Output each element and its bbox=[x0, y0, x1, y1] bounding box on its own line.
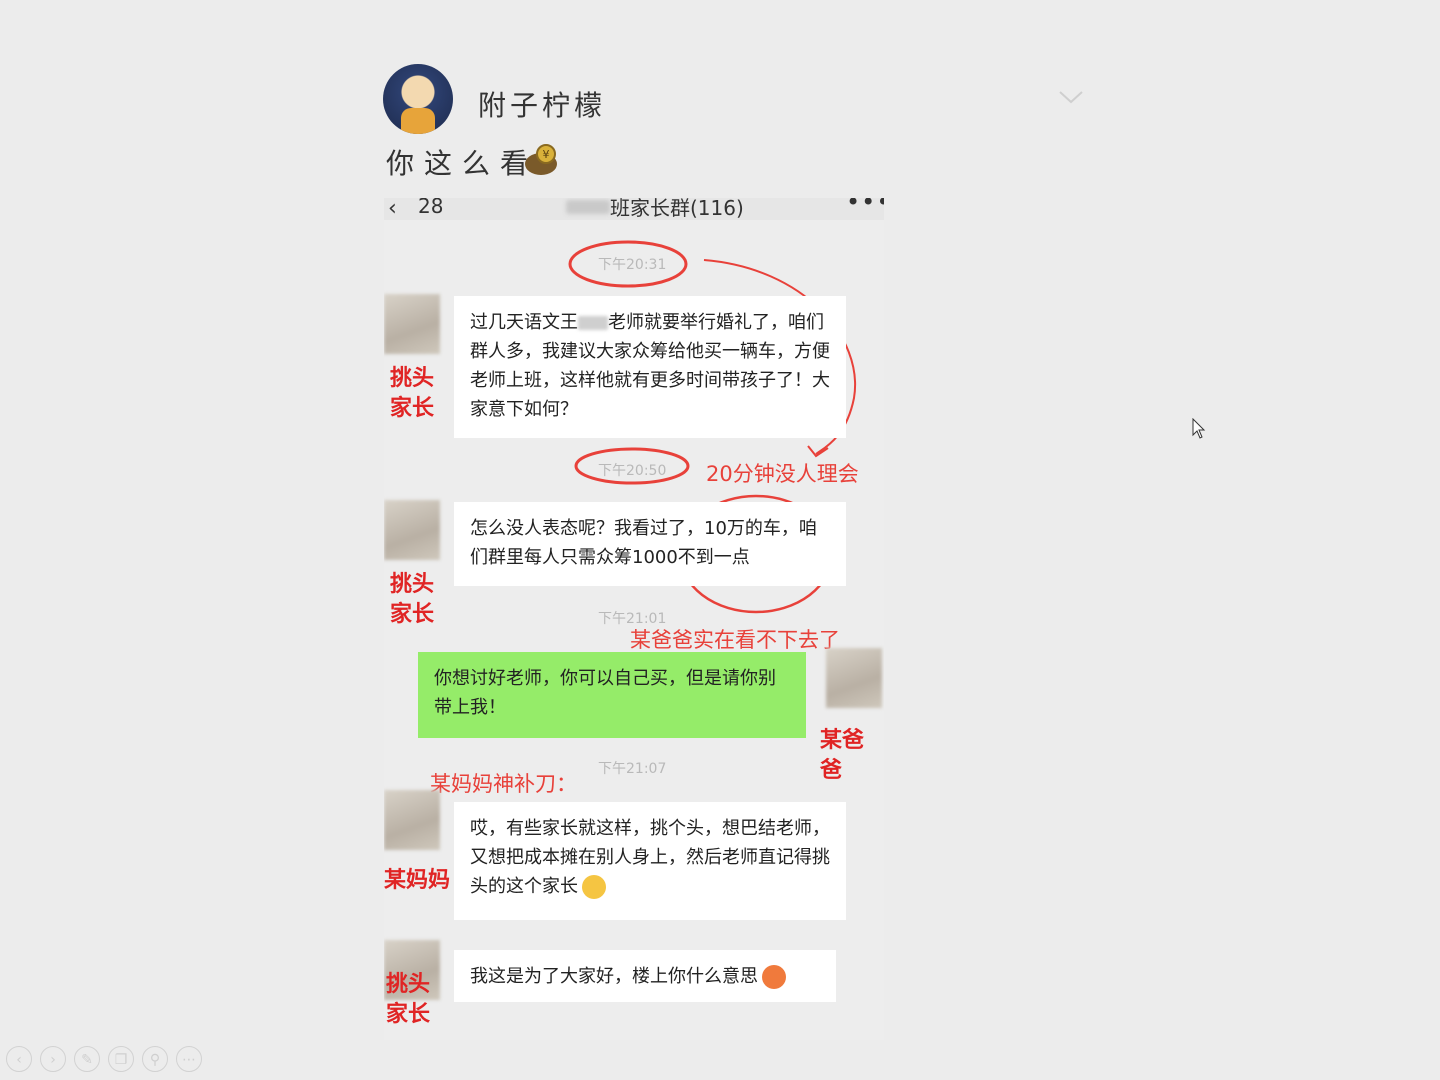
annotation-text: 20分钟没人理会 bbox=[706, 462, 859, 486]
next-icon[interactable]: › bbox=[40, 1046, 66, 1072]
post-text: 你这么看 bbox=[386, 147, 539, 180]
sender-label: 挑头 家长 bbox=[390, 366, 435, 421]
message-text-part: 过几天语文王 bbox=[470, 312, 578, 333]
svg-text:¥: ¥ bbox=[543, 148, 550, 161]
sender-label: 某妈妈 bbox=[384, 868, 451, 893]
blurred-name bbox=[578, 316, 608, 330]
message-bubble: 哎，有些家长就这样，挑个头，想巴结老师，又想把成本摊在别人身上，然后老师直记得挑… bbox=[454, 802, 846, 920]
pen-icon[interactable]: ✎ bbox=[74, 1046, 100, 1072]
username[interactable]: 附子柠檬 bbox=[478, 84, 606, 124]
message-bubble: 过几天语文王 老师就要举行婚礼了，咱们群人多，我建议大家众筹给他买一辆车，方便老师… bbox=[454, 296, 846, 438]
message-text: 哎，有些家长就这样，挑个头，想巴结老师，又想把成本摊在别人身上，然后老师直记得挑… bbox=[470, 818, 830, 897]
zoom-icon[interactable]: ⚲ bbox=[142, 1046, 168, 1072]
message-bubble: 怎么没人表态呢？我看过了，10万的车，咱们群里每人只需众筹1000不到一点 bbox=[454, 502, 846, 586]
sender-avatar bbox=[384, 790, 440, 850]
annotation-text: 某爸爸实在看不下去了 bbox=[630, 628, 840, 652]
prev-icon[interactable]: ‹ bbox=[6, 1046, 32, 1072]
chevron-down-icon[interactable] bbox=[1058, 90, 1084, 104]
copy-icon[interactable]: ❐ bbox=[108, 1046, 134, 1072]
timestamp: 下午20:31 bbox=[598, 257, 667, 273]
angry-emoji-icon bbox=[762, 965, 786, 989]
grin-emoji-icon bbox=[582, 875, 606, 899]
money-bag-emoji-icon: ¥ bbox=[525, 144, 557, 175]
sender-avatar bbox=[826, 648, 882, 708]
sender-label: 挑头 家长 bbox=[390, 572, 435, 627]
sender-avatar bbox=[384, 294, 440, 354]
user-avatar[interactable] bbox=[383, 64, 453, 134]
viewer-toolbar: ‹ › ✎ ❐ ⚲ ⋯ bbox=[6, 1046, 226, 1076]
message-bubble: 你想讨好老师，你可以自己买，但是请你别带上我！ bbox=[418, 652, 806, 738]
mouse-cursor-icon bbox=[1192, 418, 1206, 439]
more-icon[interactable]: ⋯ bbox=[176, 1046, 202, 1072]
message-text: 我这是为了大家好，楼上你什么意思 bbox=[470, 966, 758, 987]
annotation-text: 某妈妈神补刀： bbox=[430, 772, 577, 796]
sender-label: 某爸爸 bbox=[820, 728, 865, 783]
sender-avatar bbox=[384, 500, 440, 560]
chat-screenshot: ‹ 28 班家长群(116) ••• 下午20:31 挑头 家长 过几天语文王老… bbox=[384, 198, 884, 1040]
timestamp: 下午20:50 bbox=[598, 463, 667, 479]
message-bubble: 我这是为了大家好，楼上你什么意思 bbox=[454, 950, 836, 1002]
timestamp: 下午21:07 bbox=[598, 761, 667, 777]
sender-label: 挑头 家长 bbox=[386, 972, 431, 1027]
